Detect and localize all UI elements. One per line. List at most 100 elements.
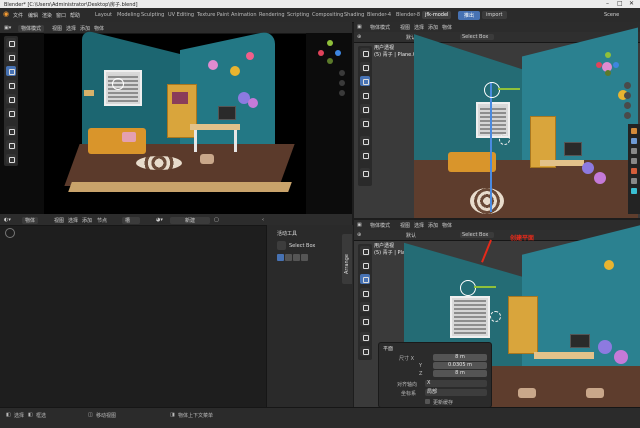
add-cube-tool-icon[interactable] — [6, 154, 16, 164]
properties-render-icon[interactable] — [631, 138, 637, 144]
viewport-solid-bottom[interactable]: ▣ 物体模式 视图 选择 添加 物体 ⊕ 默认 Select Box 选项 用户… — [354, 220, 640, 407]
cursor-tool-icon[interactable] — [6, 52, 16, 62]
top-select-box-dropdown[interactable]: Select Box — [460, 34, 495, 40]
workspace-tab-texture-paint[interactable]: Texture Paint — [194, 11, 232, 19]
workspace-tab-sculpting[interactable]: Sculpting — [138, 11, 167, 19]
bottom-rotate-tool-icon[interactable] — [360, 288, 370, 298]
pan-hand-icon[interactable] — [339, 80, 345, 86]
top-navigation-gizmo[interactable] — [596, 52, 620, 76]
pin-icon[interactable]: ▢ — [214, 217, 219, 223]
select-box-tool-icon[interactable] — [277, 241, 286, 250]
node-mode-dropdown[interactable]: 物体 — [22, 217, 39, 224]
blender-logo-icon[interactable]: ◉ — [3, 10, 9, 18]
sidebar-toggle-icon[interactable]: ‹ — [262, 217, 264, 223]
workspace-tab-uv-editing[interactable]: UV Editing — [165, 11, 197, 19]
rotate-tool-icon[interactable] — [6, 80, 16, 90]
bottom-select-tool-icon[interactable] — [360, 246, 370, 256]
bottom-scale-tool-icon[interactable] — [360, 302, 370, 312]
properties-scene-icon[interactable] — [631, 158, 637, 164]
update-cache-checkbox[interactable] — [425, 399, 430, 404]
annotate-tool-icon[interactable] — [6, 126, 16, 136]
mode-dropdown[interactable]: 物体模式 — [18, 25, 45, 32]
y-axis-arrow[interactable] — [498, 88, 520, 90]
top-add-cube-tool-icon[interactable] — [360, 168, 370, 178]
size-y-field[interactable]: 0.0305 m — [433, 362, 487, 369]
top-zoom-icon[interactable] — [624, 82, 631, 89]
move-tool-icon[interactable] — [6, 66, 16, 76]
new-material-button[interactable]: 新建 — [170, 217, 210, 224]
menu-window[interactable]: 窗口 — [56, 12, 66, 19]
top-mode-dropdown[interactable]: 物体模式 — [370, 24, 390, 31]
properties-output-icon[interactable] — [631, 148, 637, 154]
node-select-menu[interactable]: 选择 — [68, 217, 78, 224]
properties-tool-icon[interactable] — [631, 128, 637, 134]
top-camera-icon[interactable] — [624, 102, 631, 109]
top-annotate-tool-icon[interactable] — [360, 136, 370, 146]
slot-dropdown[interactable]: 槽 — [122, 217, 141, 224]
top-editor-type-icon[interactable]: ▣ — [357, 24, 362, 30]
mode-new-icon[interactable] — [277, 254, 284, 261]
scene-label[interactable]: Scene — [604, 12, 619, 18]
bottom-select-box-dropdown[interactable]: Select Box — [460, 232, 495, 238]
top-orientation-icon[interactable]: ⊕ — [357, 34, 361, 40]
top-pan-icon[interactable] — [624, 92, 631, 99]
bottom-measure-tool-icon[interactable] — [360, 346, 370, 356]
viewport-rendered[interactable]: ▣▾ 物体模式 视图 选择 添加 物体 — [0, 22, 352, 214]
bottom-annotate-tool-icon[interactable] — [360, 332, 370, 342]
top-measure-tool-icon[interactable] — [360, 150, 370, 160]
workspace-tab-animation[interactable]: Animation — [228, 11, 260, 19]
import-button[interactable]: import — [482, 11, 507, 19]
view-menu[interactable]: 视图 — [52, 25, 62, 32]
navigation-gizmo[interactable] — [318, 40, 342, 64]
transform-tool-icon[interactable] — [6, 108, 16, 118]
bottom-select-menu[interactable]: 选择 — [414, 222, 424, 229]
workspace-tab-blender-4[interactable]: Blender-4 — [364, 11, 394, 19]
top-select-menu[interactable]: 选择 — [414, 24, 424, 31]
top-ortho-icon[interactable] — [624, 112, 631, 119]
workspace-tab-rendering[interactable]: Rendering — [256, 11, 288, 19]
node-view-menu[interactable]: 视图 — [54, 217, 64, 224]
top-move-tool-icon[interactable] — [360, 76, 370, 86]
top-view-menu[interactable]: 视图 — [400, 24, 410, 31]
scale-tool-icon[interactable] — [6, 94, 16, 104]
top-add-menu[interactable]: 添加 — [428, 24, 438, 31]
zoom-icon[interactable] — [339, 70, 345, 76]
push-button[interactable]: 推出 — [458, 11, 481, 20]
select-menu[interactable]: 选择 — [66, 25, 76, 32]
bottom-add-menu[interactable]: 添加 — [428, 222, 438, 229]
minimize-icon[interactable]: – — [606, 0, 609, 7]
arrange-tab[interactable]: Arrange — [342, 234, 352, 284]
redo-panel-title[interactable]: 平面 — [383, 345, 393, 352]
menu-render[interactable]: 渲染 — [42, 12, 52, 19]
coord-system-dropdown[interactable]: 局部 — [425, 389, 487, 396]
properties-object-icon[interactable] — [631, 168, 637, 174]
bottom-mode-dropdown[interactable]: 物体模式 — [370, 222, 390, 229]
measure-tool-icon[interactable] — [6, 140, 16, 150]
workspace-tab-layout[interactable]: Layout — [92, 11, 115, 19]
workspace-tab-scripting[interactable]: Scripting — [284, 11, 312, 19]
menu-edit[interactable]: 编辑 — [28, 12, 38, 19]
bottom-view-menu[interactable]: 视图 — [400, 222, 410, 229]
menu-file[interactable]: 文件 — [13, 12, 23, 19]
mode-subtract-icon[interactable] — [293, 254, 300, 261]
align-axis-dropdown[interactable]: X — [425, 380, 487, 387]
bottom-object-menu[interactable]: 物体 — [442, 222, 452, 229]
bottom-editor-type-icon[interactable]: ▣ — [357, 222, 362, 228]
shader-node-editor[interactable]: ◐▾ 物体 视图 选择 添加 节点 槽 ◕▾ 新建 ▢ ‹ 活动工具 Selec… — [0, 214, 353, 407]
mode-invert-icon[interactable] — [301, 254, 308, 261]
node-node-menu[interactable]: 节点 — [97, 217, 107, 224]
bottom-y-axis-arrow[interactable] — [474, 286, 496, 288]
editor-type-icon[interactable]: ▣▾ — [4, 25, 11, 31]
menu-help[interactable]: 帮助 — [70, 12, 80, 19]
select-tool-icon[interactable] — [6, 38, 16, 48]
workspace-tab-jfk-model[interactable]: jfk-model — [422, 11, 452, 19]
close-icon[interactable]: ✕ — [629, 0, 634, 7]
bottom-move-tool-icon[interactable] — [360, 274, 370, 284]
camera-view-icon[interactable] — [339, 90, 345, 96]
top-select-tool-icon[interactable] — [360, 48, 370, 58]
node-toolbar-icon[interactable] — [5, 228, 15, 238]
properties-physics-icon[interactable] — [631, 188, 637, 194]
top-cursor-tool-icon[interactable] — [360, 62, 370, 72]
object-menu[interactable]: 物体 — [94, 25, 104, 32]
top-rotate-tool-icon[interactable] — [360, 90, 370, 100]
